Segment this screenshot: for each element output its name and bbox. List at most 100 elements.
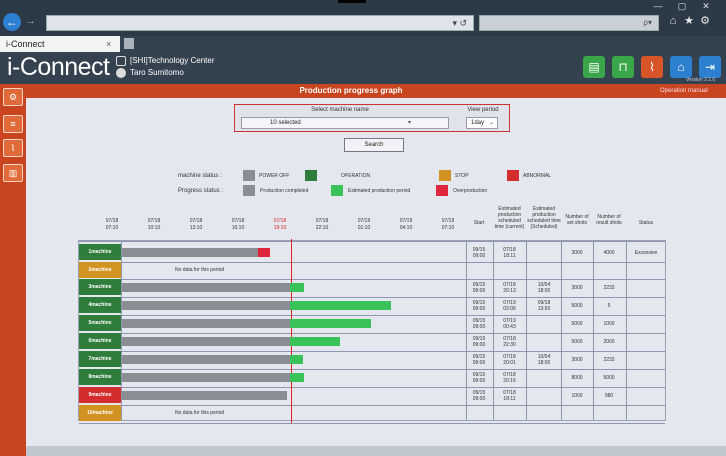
cell-estimated-current: 07/19 00:43: [503, 318, 516, 330]
machine-label[interactable]: 6machine: [79, 333, 121, 349]
bar-production-completed: [122, 248, 270, 257]
machine-label[interactable]: 4machine: [79, 297, 121, 313]
machine-select[interactable]: 10 selected: [241, 117, 449, 129]
minimize-icon[interactable]: —: [648, 0, 668, 12]
bar-estimated-period: [290, 283, 304, 292]
cell-set-shots: 1000: [571, 393, 583, 399]
bar-production-completed: [122, 301, 290, 310]
machine-label[interactable]: 2machine: [79, 262, 121, 278]
legend-swatch-progress: [331, 185, 343, 196]
sidebar-item-machine-icon[interactable]: ⚙: [3, 88, 23, 106]
user-name: Taro Sumitomo: [130, 68, 184, 77]
gear-icon[interactable]: ⚙: [698, 14, 712, 28]
org-name: [SHI]Technology Center: [130, 56, 215, 65]
tab-close-icon[interactable]: ×: [106, 36, 118, 52]
version-label: Version 2.1.0: [686, 77, 716, 83]
cell-start: 09/15 09:00: [472, 318, 486, 330]
machine-label[interactable]: 9machine: [79, 387, 121, 403]
cell-result-shots: 2233: [603, 285, 615, 291]
column-header: Estimated production scheduled time (Sch…: [527, 206, 561, 230]
browser-search-box[interactable]: ρ▾: [479, 15, 659, 31]
cell-start: 09/15 09:00: [472, 372, 486, 384]
cell-start: 09/15 09:00: [472, 282, 486, 294]
legend-swatch-machine: [507, 170, 519, 181]
legend-label-machine: OPERATION: [341, 173, 371, 179]
cell-estimated-current: 07/18 22:30: [503, 336, 516, 348]
bar-production-completed: [122, 373, 290, 382]
machine-label[interactable]: 10machine: [79, 405, 121, 421]
machine-label[interactable]: 7machine: [79, 351, 121, 367]
bar-estimated-period: [290, 355, 303, 364]
legend-swatch-progress: [243, 185, 255, 196]
graph-icon[interactable]: ⌇: [641, 56, 663, 78]
new-tab-icon[interactable]: [124, 38, 134, 49]
browser-tab[interactable]: i-Connect: [0, 36, 120, 52]
grid-row-line: [79, 387, 665, 388]
no-data-message: No data for this period: [175, 410, 225, 416]
machine-label[interactable]: 1machine: [79, 244, 121, 260]
grid-row-line: [79, 405, 665, 406]
building-icon: [116, 56, 126, 66]
column-header: Status: [638, 220, 654, 226]
cell-set-shots: 5000: [571, 303, 583, 309]
cell-result-shots: 1000: [603, 321, 615, 327]
page-title: Production progress graph: [299, 86, 403, 95]
cell-result-shots: 5: [607, 303, 611, 309]
forward-arrow-icon[interactable]: →: [25, 14, 39, 28]
cell-estimated-current: 07/19 02:06: [503, 300, 516, 312]
timeline-tick: 07/19 04:10: [399, 218, 413, 231]
cell-start: 09/15 09:00: [472, 390, 486, 402]
unlock-icon[interactable]: ⊓: [612, 56, 634, 78]
cell-status: Excessive: [634, 250, 658, 256]
cell-start: 09/15 09:00: [472, 354, 486, 366]
chevron-down-icon: ▾: [408, 120, 412, 126]
search-button[interactable]: Search: [344, 138, 404, 152]
cell-result-shots: 2000: [603, 339, 615, 345]
cell-set-shots: 3000: [571, 250, 583, 256]
report-icon[interactable]: ▤: [583, 56, 605, 78]
cell-set-shots: 5000: [571, 321, 583, 327]
cell-set-shots: 3000: [571, 285, 583, 291]
machine-label[interactable]: 5machine: [79, 315, 121, 331]
legend-label-progress: Estimated production period: [348, 188, 411, 194]
bar-production-completed: [122, 355, 290, 364]
cell-result-shots: 2233: [603, 357, 615, 363]
close-window-icon[interactable]: ✕: [696, 0, 716, 12]
operation-manual-link[interactable]: Operation manual: [660, 88, 708, 94]
grid-col-line: [626, 241, 627, 420]
legend-label-progress: Overproduction: [453, 188, 488, 194]
back-arrow-icon[interactable]: ←: [3, 13, 21, 31]
cell-set-shots: 8000: [571, 375, 583, 381]
machine-label[interactable]: 3machine: [79, 279, 121, 295]
legend-label-machine: POWER OFF: [259, 173, 290, 179]
bar-production-completed: [122, 337, 290, 346]
logout-icon[interactable]: ⇥: [699, 56, 721, 78]
cell-set-shots: 5000: [571, 339, 583, 345]
view-period-label: View period: [467, 107, 499, 113]
machine-label[interactable]: 8machine: [79, 369, 121, 385]
home-icon[interactable]: ⌂: [666, 14, 680, 28]
column-header: Number of result shots: [596, 214, 622, 226]
cell-estimated-scheduled: 10/04 18:00: [537, 282, 551, 294]
current-time-line: [291, 239, 292, 423]
home-app-icon[interactable]: ⌂: [670, 56, 692, 78]
cell-estimated-current: 07/18 18:11: [503, 390, 516, 402]
chevron-down-icon: ⌄: [489, 120, 495, 126]
horizontal-scrollbar[interactable]: [26, 446, 726, 456]
legend-swatch-machine: [305, 170, 317, 181]
cell-result-shots: 980: [604, 393, 614, 399]
grid-row-line: [79, 333, 665, 334]
sidebar-item-list-icon[interactable]: ≡: [3, 115, 23, 133]
star-icon[interactable]: ★: [682, 14, 696, 28]
maximize-icon[interactable]: ▢: [672, 0, 692, 12]
address-bar[interactable]: ▾ ↺: [46, 15, 474, 31]
cell-estimated-current: 07/18 20:13: [503, 282, 516, 294]
sidebar-item-bar-icon[interactable]: ▥: [3, 164, 23, 182]
column-header: Start: [473, 220, 485, 226]
grid-col-line: [526, 241, 527, 420]
cell-estimated-current: 07/18 18:11: [503, 247, 516, 259]
grid-row-line: [79, 423, 665, 424]
sidebar-item-chart-icon[interactable]: ⌇: [3, 139, 23, 157]
legend-label-machine: STOP: [455, 173, 469, 179]
grid-row-line: [79, 279, 665, 280]
